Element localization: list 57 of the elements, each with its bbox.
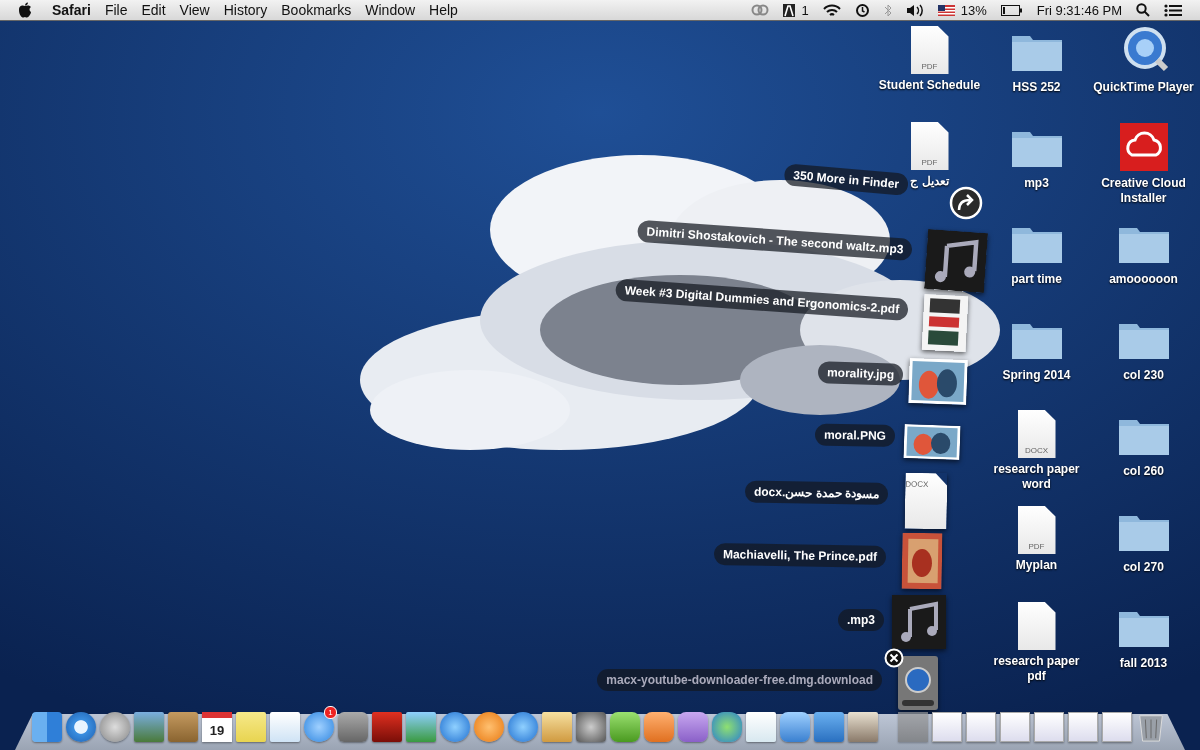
menu-item[interactable]: View [179, 2, 210, 18]
menu-item[interactable]: File [104, 2, 128, 18]
file-label[interactable]: macx-youtube-downloader-free.dmg.download [597, 669, 882, 691]
document-thumbnail[interactable]: DOCX [904, 472, 948, 530]
document-thumbnail[interactable] [921, 293, 969, 353]
document-icon[interactable] [1017, 602, 1056, 650]
list-icon[interactable] [1164, 3, 1182, 17]
icon-label[interactable]: col 270 [1123, 560, 1164, 575]
clock-icon[interactable] [854, 2, 870, 18]
icon-label[interactable]: col 230 [1123, 368, 1164, 383]
menu-item[interactable]: History [223, 2, 268, 18]
speaker-icon[interactable] [905, 3, 924, 17]
book-cover-icon[interactable] [901, 532, 943, 590]
status-count: 1 [801, 2, 809, 18]
icon-label[interactable]: Myplan [1015, 558, 1058, 573]
document-icon[interactable]: PDF [910, 122, 949, 170]
icon-label[interactable]: research paper pdf [984, 654, 1089, 684]
battery-icon[interactable] [1000, 4, 1023, 16]
image-thumbnail[interactable] [903, 424, 961, 460]
wifi-icon[interactable] [822, 3, 841, 17]
image-thumbnail[interactable] [908, 357, 968, 405]
cloud-logo-icon[interactable] [1119, 122, 1168, 172]
icon-label[interactable]: fall 2013 [1119, 656, 1168, 671]
icon-label[interactable]: part time [1011, 272, 1062, 287]
icon-label[interactable]: Creative Cloud Installer [1091, 176, 1196, 206]
icon-label[interactable]: HSS 252 [1012, 80, 1061, 95]
letter-a-icon[interactable] [783, 3, 796, 17]
icon-label[interactable]: Student Schedule [878, 78, 981, 93]
file-type-label: DOCX [905, 479, 929, 492]
menu-item[interactable]: Edit [141, 2, 166, 18]
calendar-date: 19 [209, 722, 225, 738]
menu-clock[interactable]: Fri 9:31:46 PM [1036, 2, 1122, 18]
battery-percent: 13% [960, 2, 987, 18]
menu-item[interactable]: Window [365, 2, 416, 18]
app-menu[interactable]: Safari [52, 2, 91, 18]
icon-label[interactable]: تعديل ج [910, 174, 949, 189]
apple-icon[interactable] [18, 2, 32, 18]
file-type-label: PDF [921, 62, 938, 73]
search-icon[interactable] [1136, 3, 1150, 17]
calendar-icon[interactable]: 19 [202, 712, 232, 742]
file-type-label: PDF [921, 158, 938, 169]
icon-label[interactable]: amoooooon [1109, 272, 1178, 287]
icon-label[interactable]: research paper word [984, 462, 1089, 492]
close-icon[interactable] [884, 648, 904, 668]
icon-label[interactable]: QuickTime Player [1093, 80, 1194, 95]
icon-label[interactable]: mp3 [1024, 176, 1049, 191]
flag-icon[interactable] [937, 4, 955, 16]
file-type-label: PDF [1028, 542, 1045, 553]
document-icon[interactable]: PDF [910, 26, 949, 74]
document-icon[interactable]: PDF [1017, 506, 1056, 554]
document-icon[interactable]: DOCX [1017, 410, 1056, 458]
icon-label[interactable]: Spring 2014 [1002, 368, 1071, 383]
menu-item[interactable]: Bookmarks [281, 2, 352, 18]
disk-image-icon[interactable] [898, 656, 938, 710]
menu-item[interactable]: Help [429, 2, 458, 18]
icon-label[interactable]: col 260 [1123, 464, 1164, 479]
file-type-label: DOCX [1024, 446, 1049, 457]
